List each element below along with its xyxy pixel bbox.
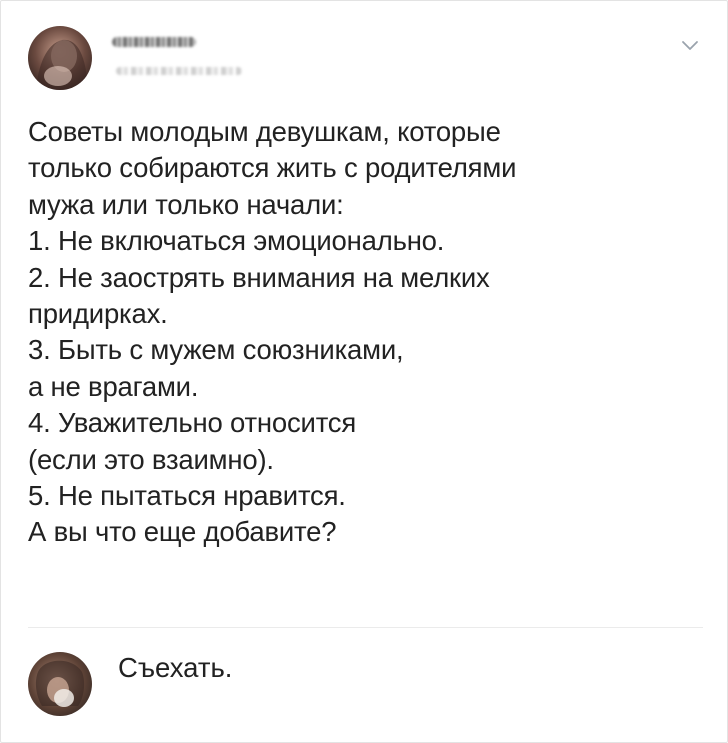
post-header [28, 26, 704, 92]
reply-text: Съехать. [118, 652, 233, 683]
post-text-line: мужа или только начали: [28, 188, 344, 220]
post-text-line: (если это взаимно). [28, 443, 274, 475]
post-meta [116, 67, 242, 75]
post-text-line: только собираются жить с родителями [28, 152, 517, 184]
user-avatar-icon [28, 26, 92, 90]
post-text-line: 5. Не пытаться нравится. [28, 480, 346, 512]
reply-author-avatar[interactable] [28, 652, 92, 716]
post-text-line: придирках. [28, 298, 168, 330]
post-text-line: 2. Не заострять внимания на мелких [28, 261, 490, 293]
user-avatar-icon [28, 652, 92, 716]
chevron-down-icon[interactable] [680, 36, 700, 56]
author-name[interactable] [112, 37, 196, 47]
divider [28, 627, 703, 628]
post-text-line: а не врагами. [28, 370, 199, 402]
author-avatar[interactable] [28, 26, 92, 90]
post-text-line: 3. Быть с мужем союзниками, [28, 334, 404, 366]
post-text: Советы молодым девушкам, которые только … [28, 114, 704, 551]
post-card: Советы молодым девушкам, которые только … [0, 0, 728, 743]
post-text-line: Советы молодым девушкам, которые [28, 116, 501, 147]
post-text-line: 1. Не включаться эмоционально. [28, 225, 445, 257]
post-text-line: 4. Уважительно относится [28, 407, 357, 439]
post-text-line: А вы что еще добавите? [28, 516, 337, 548]
